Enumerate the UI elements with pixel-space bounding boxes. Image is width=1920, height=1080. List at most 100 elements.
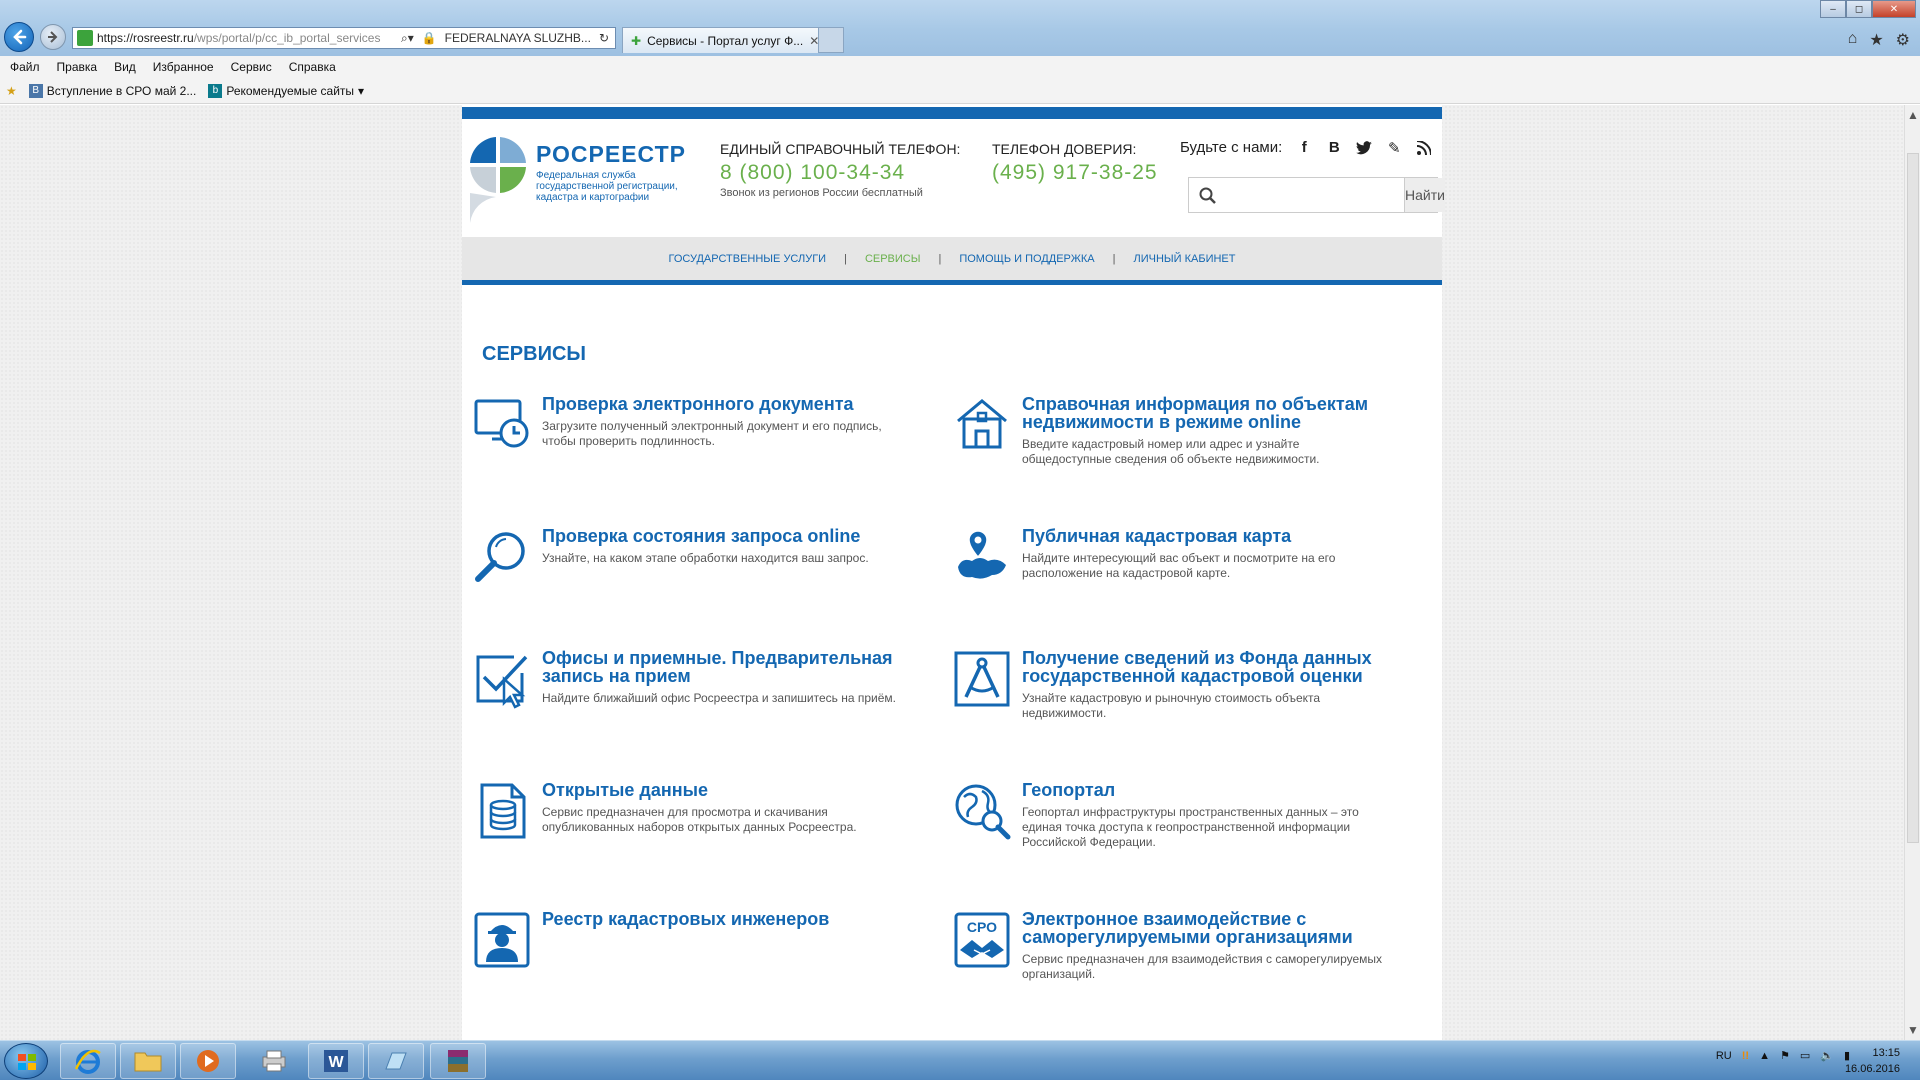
facebook-icon[interactable]: f (1296, 139, 1312, 156)
language-indicator[interactable]: RU (1716, 1050, 1732, 1062)
menu-edit[interactable]: Правка (57, 60, 98, 74)
browser-tab-active[interactable]: ✚ Сервисы - Портал услуг Ф... ✕ (622, 27, 829, 53)
favorites-star-icon[interactable]: ★ (1869, 30, 1883, 50)
hotline-number[interactable]: 8 (800) 100-34-34 (720, 161, 960, 185)
volume-icon[interactable]: 🔈 (1820, 1049, 1834, 1062)
taskbar-app-window[interactable] (368, 1043, 424, 1079)
service-engineers-registry[interactable]: Реестр кадастровых инженеров (472, 910, 912, 970)
service-title[interactable]: Геопортал (1022, 781, 1392, 799)
service-title[interactable]: Открытые данные (542, 781, 912, 799)
trust-line-block: ТЕЛЕФОН ДОВЕРИЯ: (495) 917-38-25 (992, 141, 1158, 185)
service-title[interactable]: Офисы и приемные. Предварительная запись… (542, 649, 912, 685)
new-tab-button[interactable] (818, 27, 844, 53)
search-button[interactable]: Найти (1404, 178, 1445, 212)
update-icon[interactable]: !! (1742, 1050, 1749, 1062)
service-desc: Найдите интересующий вас объект и посмот… (1022, 551, 1336, 580)
magnifier-icon (475, 532, 525, 582)
nav-help-support[interactable]: ПОМОЩЬ И ПОДДЕРЖКА (941, 253, 1112, 265)
checkbox-cursor-icon (476, 655, 528, 709)
page-scrollbar[interactable]: ▲ ▼ (1904, 105, 1920, 1040)
twitter-icon[interactable] (1356, 140, 1373, 156)
taskbar-ie[interactable] (60, 1043, 116, 1079)
service-title[interactable]: Публичная кадастровая карта (1022, 527, 1392, 545)
start-button[interactable] (4, 1043, 48, 1079)
show-hidden-icons[interactable]: ▲ (1759, 1050, 1770, 1062)
network-icon[interactable]: ▭ (1800, 1049, 1810, 1062)
bing-icon: b (208, 83, 223, 98)
taskbar-word[interactable]: W (308, 1043, 364, 1079)
service-title[interactable]: Получение сведений из Фонда данных госуд… (1022, 649, 1392, 685)
taskbar-clock[interactable]: 13:15 16.06.2016 (1845, 1045, 1900, 1077)
scroll-up-icon[interactable]: ▲ (1905, 107, 1920, 123)
scrollbar-thumb[interactable] (1907, 153, 1919, 843)
clock-date: 16.06.2016 (1844, 1063, 1900, 1075)
nav-personal-account[interactable]: ЛИЧНЫЙ КАБИНЕТ (1116, 253, 1254, 265)
close-window-button[interactable]: ✕ (1872, 0, 1916, 18)
suggested-sites-label: Рекомендуемые сайты (226, 83, 355, 98)
service-open-data[interactable]: Открытые данные Сервис предназначен для … (472, 781, 912, 841)
trust-line-number[interactable]: (495) 917-38-25 (992, 161, 1158, 185)
service-sro-interaction[interactable]: СРО Электронное взаимодействие с саморег… (952, 910, 1392, 982)
search-icon (1199, 187, 1217, 210)
house-icon (957, 399, 1007, 449)
svg-text:W: W (328, 1054, 344, 1071)
search-icon[interactable]: ⌕▾ (401, 31, 414, 46)
social-label: Будьте с нами: (1180, 139, 1283, 156)
service-desc: Узнайте, на каком этапе обработки находи… (542, 551, 869, 565)
taskbar-winrar[interactable] (430, 1043, 486, 1079)
settings-gear-icon[interactable]: ⚙ (1896, 30, 1910, 50)
search-input[interactable] (1189, 178, 1404, 212)
scroll-down-icon[interactable]: ▼ (1905, 1022, 1920, 1038)
refresh-icon[interactable]: ↻ (599, 31, 609, 45)
service-title[interactable]: Электронное взаимодействие с саморегулир… (1022, 910, 1392, 946)
maximize-button[interactable]: ◻ (1846, 0, 1872, 18)
rss-icon[interactable] (1416, 140, 1432, 156)
menu-file[interactable]: Файл (10, 60, 40, 74)
social-links: Будьте с нами: f B ✎ (1180, 139, 1432, 157)
menu-tools[interactable]: Сервис (231, 60, 272, 74)
url-host: https://rosreestr.ru (97, 31, 194, 45)
service-cadastral-map[interactable]: Публичная кадастровая карта Найдите инте… (952, 527, 1392, 587)
vk-icon[interactable]: B (1326, 139, 1342, 156)
certificate-label[interactable]: FEDERALNAYA SLUZHB... (445, 31, 591, 45)
taskbar-explorer[interactable] (120, 1043, 176, 1079)
favorite-link[interactable]: B Вступление в СРО май 2... (28, 83, 196, 98)
menu-favorites[interactable]: Избранное (153, 60, 214, 74)
service-title[interactable]: Проверка электронного документа (542, 395, 912, 413)
service-request-status[interactable]: Проверка состояния запроса online Узнайт… (472, 527, 912, 587)
menu-help[interactable]: Справка (289, 60, 336, 74)
service-title[interactable]: Справочная информация по объектам недвиж… (1022, 395, 1392, 431)
menu-view[interactable]: Вид (114, 60, 136, 74)
favorites-bar: ★ B Вступление в СРО май 2... b Рекоменд… (0, 78, 1920, 104)
minimize-button[interactable]: – (1820, 0, 1846, 18)
back-button[interactable] (4, 22, 34, 52)
service-property-info[interactable]: Справочная информация по объектам недвиж… (952, 395, 1392, 467)
trust-line-label: ТЕЛЕФОН ДОВЕРИЯ: (992, 141, 1137, 157)
site-logo[interactable]: РОСРЕЕСТР Федеральная служба государстве… (466, 133, 696, 225)
lock-icon[interactable]: 🔒 (422, 31, 437, 45)
clock-time: 13:15 (1872, 1047, 1900, 1059)
search-form: Найти (1188, 177, 1445, 213)
service-title[interactable]: Проверка состояния запроса online (542, 527, 869, 545)
service-geoportal[interactable]: Геопортал Геопортал инфраструктуры прост… (952, 781, 1392, 850)
hotline-note: Звонок из регионов России бесплатный (720, 187, 923, 199)
service-cadastral-valuation[interactable]: Получение сведений из Фонда данных госуд… (952, 649, 1392, 721)
taskbar-printer[interactable] (246, 1043, 302, 1079)
suggested-sites[interactable]: b Рекомендуемые сайты ▾ (208, 83, 364, 98)
favorites-add-icon[interactable]: ★ (6, 84, 17, 98)
map-pin-icon (958, 530, 1006, 579)
nav-gov-services[interactable]: ГОСУДАРСТВЕННЫЕ УСЛУГИ (650, 253, 844, 265)
address-bar[interactable]: https://rosreestr.ru /wps/portal/p/cc_ib… (72, 27, 616, 49)
service-doc-check[interactable]: Проверка электронного документа Загрузит… (472, 395, 912, 455)
home-icon[interactable]: ⌂ (1848, 30, 1858, 50)
livejournal-icon[interactable]: ✎ (1386, 140, 1402, 157)
forward-button[interactable] (40, 24, 66, 50)
taskbar-media-player[interactable] (180, 1043, 236, 1079)
service-offices[interactable]: Офисы и приемные. Предварительная запись… (472, 649, 912, 709)
globe-magnifier-icon (955, 784, 1011, 840)
service-title[interactable]: Реестр кадастровых инженеров (542, 910, 829, 928)
rosreestr-logo-icon (466, 133, 530, 225)
action-center-icon[interactable]: ⚑ (1780, 1049, 1790, 1062)
nav-services[interactable]: СЕРВИСЫ (847, 253, 939, 265)
app-window-icon (385, 1052, 407, 1070)
